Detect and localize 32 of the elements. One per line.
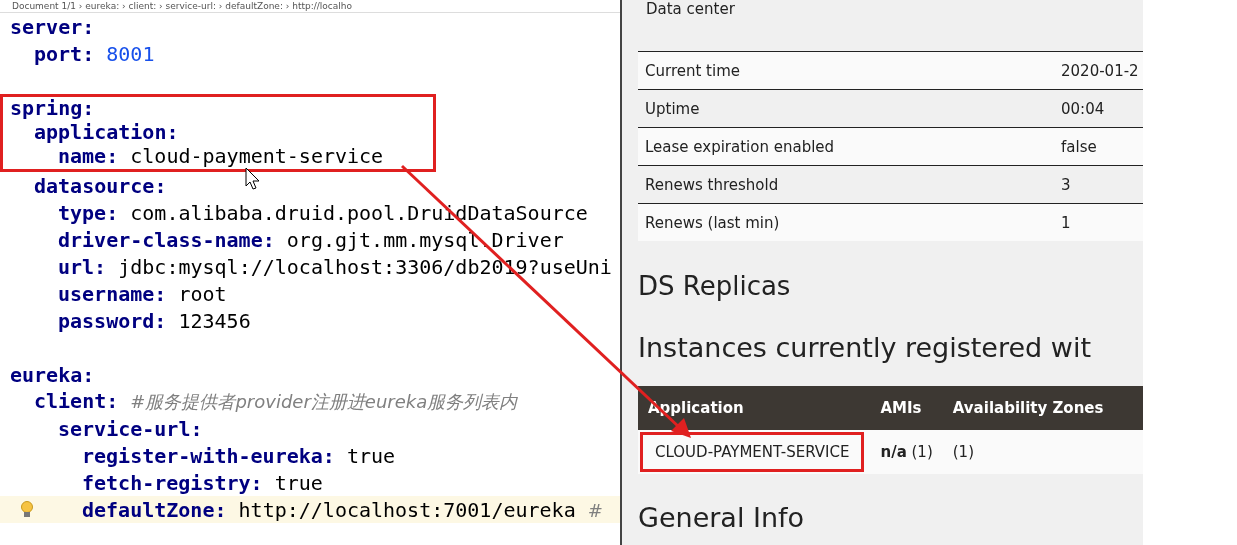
code-line: register-with-eureka: true bbox=[82, 443, 396, 468]
section-heading: DS Replicas bbox=[638, 270, 792, 303]
code-line: datasource: bbox=[34, 173, 167, 198]
code-line: client: #服务提供者provider注册进eureka服务列表内 bbox=[34, 389, 518, 414]
label: Data center bbox=[645, 0, 736, 18]
table-cell: Lease expiration enabled bbox=[638, 127, 1061, 166]
table-cell: 1 bbox=[1061, 203, 1143, 241]
table-cell: (1) bbox=[942, 430, 1143, 474]
code-line: password: 123456 bbox=[58, 308, 251, 333]
code-line: eureka: bbox=[10, 362, 95, 387]
table-cell: n/a (1) bbox=[870, 430, 943, 474]
code-line: username: root bbox=[58, 281, 227, 306]
breadcrumb: Document 1/1 › eureka: › client: › service-url: › defaultZone: › http://localho bbox=[0, 0, 620, 13]
table-cell: 2020-01-2 bbox=[1061, 51, 1143, 90]
code-line: name: cloud-payment-service bbox=[58, 143, 384, 168]
table-cell: false bbox=[1061, 127, 1143, 166]
code-line: server: bbox=[10, 14, 95, 39]
code-line: port: 8001 bbox=[34, 41, 155, 66]
table-cell: Current time bbox=[638, 51, 1061, 90]
lightbulb-icon[interactable] bbox=[20, 501, 34, 519]
table-cell: Renews (last min) bbox=[638, 203, 1061, 241]
column-header: Availability Zones bbox=[942, 386, 1143, 430]
code-line: fetch-registry: true bbox=[82, 470, 323, 495]
section-heading: General Info bbox=[638, 501, 806, 535]
code-line: application: bbox=[34, 119, 179, 144]
table-cell: CLOUD-PAYMENT-SERVICE bbox=[640, 432, 865, 472]
code-line: service-url: bbox=[58, 416, 203, 441]
column-header: AMIs bbox=[870, 386, 943, 430]
section-heading: Instances currently registered wit bbox=[638, 331, 1092, 365]
mouse-cursor-icon bbox=[245, 167, 260, 190]
code-line: defaultZone: http://localhost:7001/eureka # bbox=[82, 497, 603, 522]
code-line: spring: bbox=[10, 95, 95, 120]
